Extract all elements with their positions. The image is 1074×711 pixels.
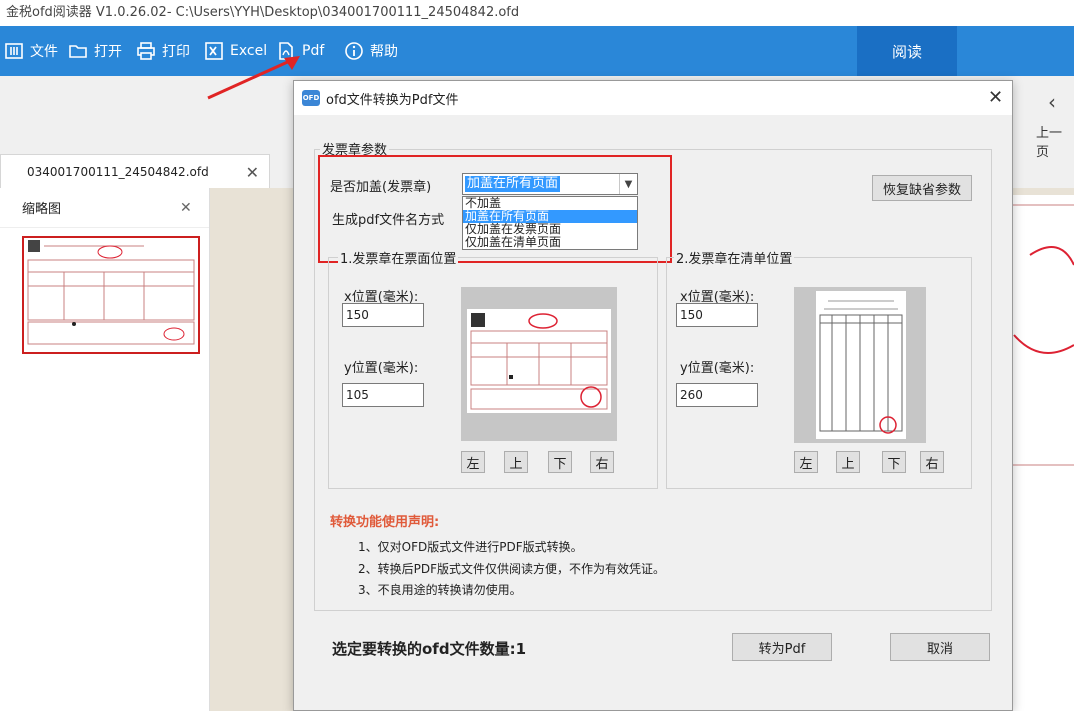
toolbar-file-button[interactable]: 文件 (4, 26, 58, 76)
invoice-preview-image (470, 313, 608, 410)
notice-line-1: 1、仅对OFD版式文件进行PDF版式转换。 (358, 540, 583, 554)
highlight-box-annotation (318, 155, 672, 263)
notice-line-3: 3、不良用途的转换请勿使用。 (358, 583, 522, 597)
help-icon (345, 42, 363, 60)
notice-title: 转换功能使用声明: (330, 515, 440, 530)
folder-icon (69, 45, 87, 58)
list-preview-paper (816, 291, 906, 439)
list-x-input[interactable]: 150 (676, 303, 758, 327)
invoice-y-input[interactable]: 105 (342, 383, 424, 407)
dialog-title-bar: OFD ofd文件转换为Pdf文件 ✕ (294, 81, 1012, 115)
cancel-button[interactable]: 取消 (890, 633, 990, 661)
invoice-x-input[interactable]: 150 (342, 303, 424, 327)
thumbnail-panel: 缩略图 ✕ (0, 188, 210, 711)
document-tab[interactable]: 034001700111_24504842.ofd ✕ (0, 154, 270, 188)
page-thumbnail[interactable] (22, 236, 200, 354)
prev-page-label: 上一页 (1036, 126, 1063, 160)
toolbar-print-label: 打印 (162, 44, 190, 60)
file-icon (5, 43, 23, 59)
app-window: 金税ofd阅读器 V1.0.26.02- C:\Users\YYH\Deskto… (0, 0, 1074, 711)
invoice-move-left-button[interactable]: 左 (461, 451, 485, 473)
list-move-right-button[interactable]: 右 (920, 451, 944, 473)
document-tab-label: 034001700111_24504842.ofd (27, 164, 209, 179)
convert-dialog: OFD ofd文件转换为Pdf文件 ✕ 发票章参数 是否加盖(发票章) 加盖在所… (293, 80, 1013, 711)
invoice-position-title: 1.发票章在票面位置 (338, 248, 459, 267)
restore-defaults-button[interactable]: 恢复缺省参数 (872, 175, 972, 201)
notice-line-2: 2、转换后PDF版式文件仅供阅读方便，不作为有效凭证。 (358, 562, 666, 576)
invoice-preview-paper (467, 309, 611, 413)
list-y-input[interactable]: 260 (676, 383, 758, 407)
read-tab[interactable]: 阅读 (857, 26, 957, 76)
toolbar-file-label: 文件 (30, 44, 58, 60)
toolbar-open-label: 打开 (94, 44, 122, 60)
convert-to-pdf-button[interactable]: 转为Pdf (732, 633, 832, 661)
prev-page-button[interactable]: ‹ 上一页 (1036, 90, 1074, 160)
dialog-title: ofd文件转换为Pdf文件 (326, 92, 459, 108)
list-move-up-button[interactable]: 上 (836, 451, 860, 473)
toolbar: 文件 打开 打印 Excel Pdf 帮助 阅读 (0, 26, 1074, 76)
toolbar-print-button[interactable]: 打印 (136, 26, 190, 76)
toolbar-help-label: 帮助 (370, 44, 398, 60)
invoice-move-right-button[interactable]: 右 (590, 451, 614, 473)
window-title: 金税ofd阅读器 V1.0.26.02- C:\Users\YYH\Deskto… (0, 0, 1074, 26)
list-move-left-button[interactable]: 左 (794, 451, 818, 473)
thumbnail-panel-title: 缩略图 (22, 202, 62, 217)
list-y-label: y位置(毫米): (680, 361, 755, 376)
list-position-title: 2.发票章在清单位置 (674, 248, 795, 267)
invoice-y-label: y位置(毫米): (344, 361, 419, 376)
close-tab-icon[interactable]: ✕ (246, 163, 259, 182)
list-move-down-button[interactable]: 下 (882, 451, 906, 473)
invoice-thumbnail-image (27, 240, 195, 345)
invoice-move-down-button[interactable]: 下 (548, 451, 572, 473)
toolbar-open-button[interactable]: 打开 (68, 26, 122, 76)
close-panel-icon[interactable]: ✕ (180, 200, 192, 216)
list-preview (794, 287, 926, 443)
chevron-left-icon: ‹ (1048, 90, 1056, 114)
invoice-move-up-button[interactable]: 上 (504, 451, 528, 473)
toolbar-help-button[interactable]: 帮助 (344, 26, 398, 76)
thumbnail-panel-header: 缩略图 ✕ (0, 188, 209, 228)
ofd-logo-icon: OFD (302, 90, 320, 106)
file-count-label: 选定要转换的ofd文件数量:1 (332, 640, 527, 658)
list-preview-image (819, 300, 903, 434)
invoice-preview (461, 287, 617, 441)
printer-icon (137, 42, 155, 60)
close-icon[interactable]: ✕ (988, 87, 1003, 108)
